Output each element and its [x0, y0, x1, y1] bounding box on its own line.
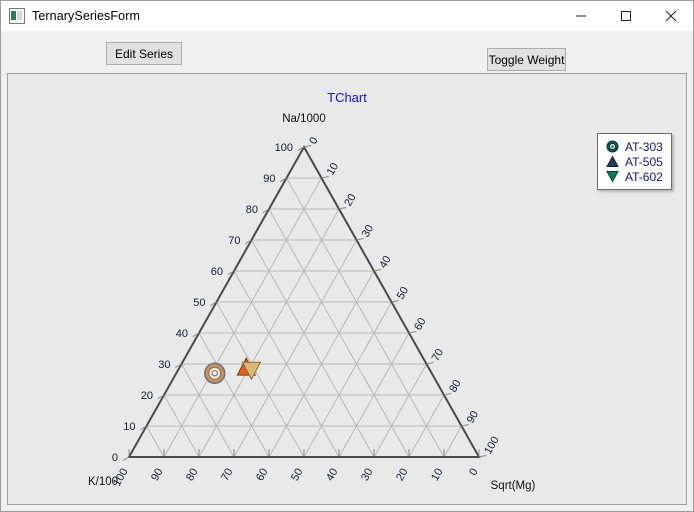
svg-text:100: 100: [275, 142, 293, 154]
legend-item[interactable]: AT-303: [604, 139, 663, 154]
circle-donut-icon: [604, 140, 620, 154]
svg-text:20: 20: [342, 192, 359, 209]
svg-text:30: 30: [158, 359, 170, 371]
legend-label: AT-602: [625, 169, 663, 184]
svg-text:30: 30: [359, 467, 376, 484]
main-window: TernarySeriesForm Edit Series Toggle Wei…: [0, 0, 694, 512]
toggle-weight-button[interactable]: Toggle Weight: [487, 48, 566, 71]
svg-text:50: 50: [193, 297, 205, 309]
svg-text:K/100: K/100: [88, 476, 118, 488]
svg-text:10: 10: [429, 467, 446, 484]
svg-text:90: 90: [149, 467, 166, 484]
svg-text:Na/1000: Na/1000: [282, 113, 325, 125]
svg-text:0: 0: [307, 135, 320, 146]
svg-text:30: 30: [360, 223, 377, 240]
maximize-icon: [620, 11, 631, 21]
ternary-gridlines: [146, 177, 462, 458]
toolbar: Edit Series: [2, 31, 692, 72]
minimize-icon: [575, 15, 586, 17]
svg-text:70: 70: [430, 347, 447, 364]
triangle-down-icon: [604, 170, 620, 184]
svg-text:100: 100: [482, 435, 502, 457]
svg-text:0: 0: [112, 452, 118, 464]
legend-item[interactable]: AT-602: [604, 169, 663, 184]
close-icon: [665, 10, 676, 22]
chart-legend[interactable]: AT-303 AT-505 AT-602: [597, 133, 672, 190]
svg-text:40: 40: [377, 254, 394, 271]
svg-text:10: 10: [123, 421, 135, 433]
window-title: TernarySeriesForm: [32, 9, 140, 23]
legend-label: AT-303: [625, 139, 663, 154]
svg-text:60: 60: [254, 467, 271, 484]
title-bar: TernarySeriesForm: [1, 1, 693, 31]
legend-label: AT-505: [625, 154, 663, 169]
svg-text:10: 10: [325, 161, 342, 178]
svg-text:70: 70: [228, 235, 240, 247]
ternary-tick-labels: 0102030405060708090100010203040506070809…: [111, 135, 502, 488]
ternary-tick-marks: [122, 145, 487, 462]
edit-series-button[interactable]: Edit Series: [106, 42, 182, 65]
ternary-data-points: [204, 357, 262, 385]
svg-text:40: 40: [176, 328, 188, 340]
svg-text:Sqrt(Mg): Sqrt(Mg): [491, 480, 536, 492]
svg-text:50: 50: [289, 467, 306, 484]
minimize-button[interactable]: [558, 1, 603, 31]
chart-panel[interactable]: TChart 0 10 20 30 40 50 60 70 80 90 100 0 10 20 30 40 50…: [7, 73, 687, 505]
close-button[interactable]: [648, 1, 693, 31]
svg-text:40: 40: [324, 467, 341, 484]
ternary-plot: 0102030405060708090100010203040506070809…: [88, 113, 536, 492]
window-controls: [558, 1, 693, 31]
svg-text:70: 70: [219, 467, 236, 484]
svg-text:20: 20: [394, 467, 411, 484]
app-window-icon: [9, 8, 25, 24]
svg-text:60: 60: [412, 316, 429, 333]
triangle-up-icon: [604, 155, 620, 169]
legend-item[interactable]: AT-505: [604, 154, 663, 169]
maximize-button[interactable]: [603, 1, 648, 31]
svg-text:80: 80: [246, 204, 258, 216]
svg-text:60: 60: [211, 266, 223, 278]
svg-text:20: 20: [141, 390, 153, 402]
svg-text:80: 80: [184, 467, 201, 484]
svg-text:80: 80: [447, 378, 464, 395]
svg-text:90: 90: [263, 173, 275, 185]
svg-text:90: 90: [465, 409, 482, 426]
svg-text:0: 0: [467, 467, 480, 478]
svg-text:50: 50: [395, 285, 412, 302]
